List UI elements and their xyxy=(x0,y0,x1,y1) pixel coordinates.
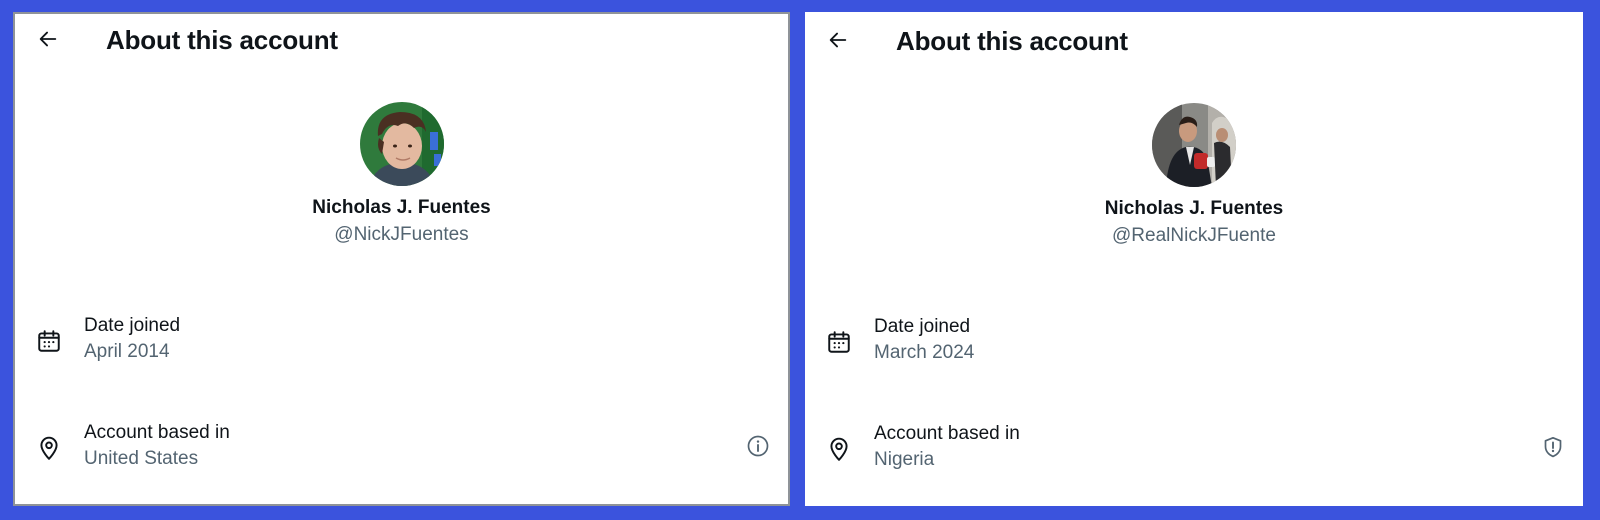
arrow-left-icon xyxy=(37,28,59,55)
location-pin-icon xyxy=(825,435,853,463)
arrow-left-icon xyxy=(827,29,849,56)
date-joined-row: Date joined April 2014 xyxy=(15,315,788,371)
info-icon xyxy=(746,434,770,463)
calendar-icon xyxy=(35,327,63,355)
about-account-panel-right: About this account Nicholas J. Fuentes @… xyxy=(805,12,1583,506)
account-based-in-row: Account based in United States xyxy=(15,422,788,478)
avatar[interactable] xyxy=(359,102,444,186)
back-button[interactable] xyxy=(823,27,853,57)
info-button[interactable] xyxy=(744,434,772,462)
display-name: Nicholas J. Fuentes xyxy=(1104,198,1284,219)
page-title: About this account xyxy=(106,25,338,55)
page-title: About this account xyxy=(896,26,1128,56)
account-based-in-value: United States xyxy=(84,448,199,469)
avatar[interactable] xyxy=(1152,103,1236,187)
account-based-in-row: Account based in Nigeria xyxy=(805,423,1583,479)
date-joined-label: Date joined xyxy=(84,315,181,336)
date-joined-value: April 2014 xyxy=(84,341,170,362)
back-button[interactable] xyxy=(33,26,63,56)
display-name: Nicholas J. Fuentes xyxy=(312,197,491,218)
date-joined-label: Date joined xyxy=(874,316,971,337)
account-based-in-label: Account based in xyxy=(84,422,230,443)
account-based-in-label: Account based in xyxy=(874,423,1020,444)
account-handle[interactable]: @NickJFuentes xyxy=(15,224,788,246)
panel-header: About this account xyxy=(805,12,1583,70)
account-based-in-value: Nigeria xyxy=(874,449,935,470)
date-joined-row: Date joined March 2024 xyxy=(805,316,1583,372)
shield-alert-icon xyxy=(1541,435,1565,464)
date-joined-value: March 2024 xyxy=(874,342,975,363)
calendar-icon xyxy=(825,328,853,356)
shield-alert-button[interactable] xyxy=(1539,435,1567,463)
about-account-panel-left: About this account Nicholas J. Fuentes @… xyxy=(13,12,790,506)
account-handle[interactable]: @RealNickJFuente xyxy=(805,225,1583,247)
location-pin-icon xyxy=(35,434,63,462)
panel-header: About this account xyxy=(15,14,788,72)
